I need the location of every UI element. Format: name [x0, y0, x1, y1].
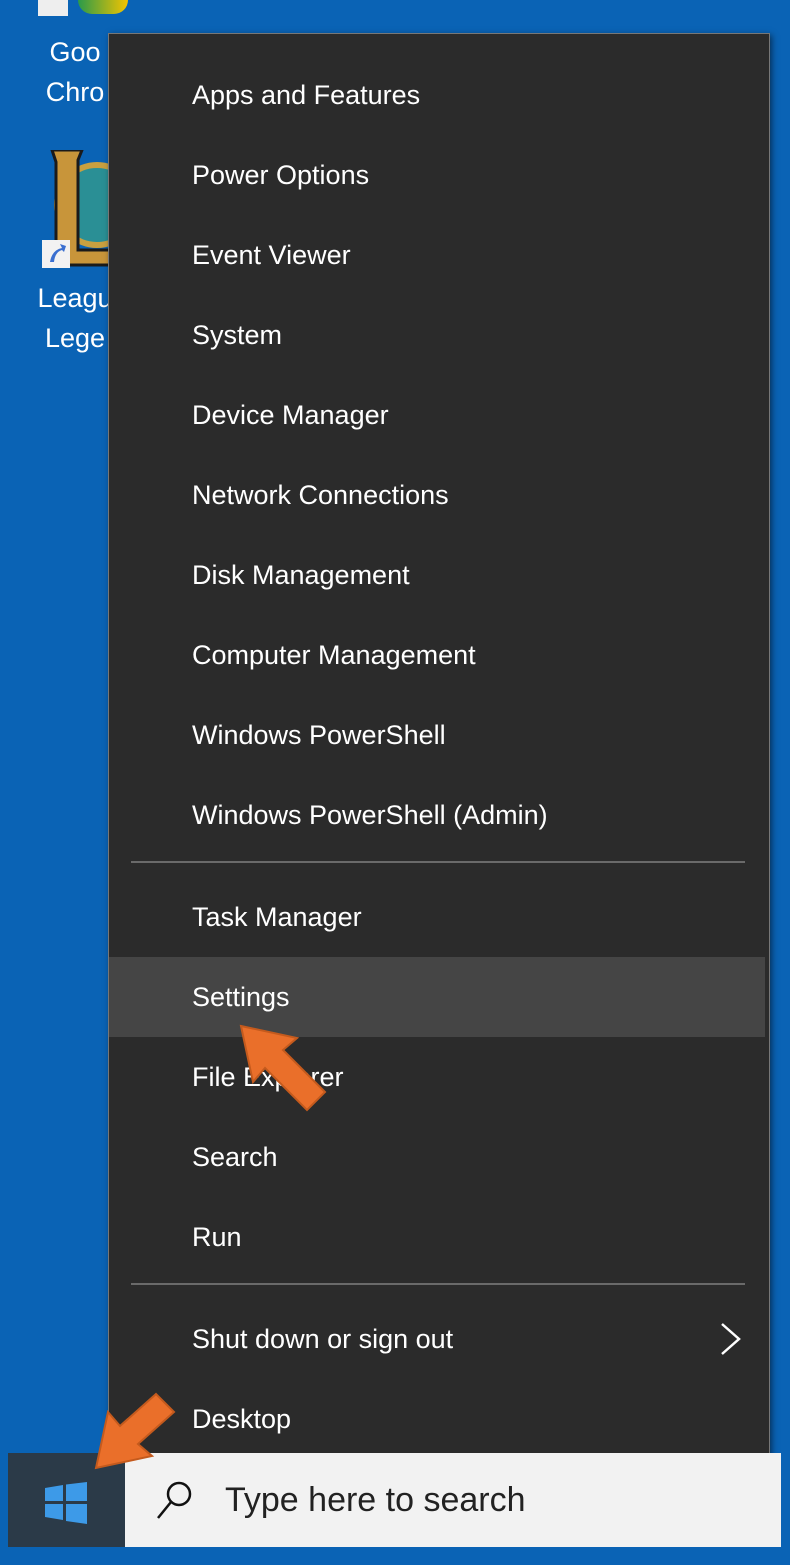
menu-item-power-options[interactable]: Power Options	[109, 135, 765, 215]
menu-item-event-viewer[interactable]: Event Viewer	[109, 215, 765, 295]
search-icon	[157, 1481, 192, 1519]
winx-context-menu: Apps and Features Power Options Event Vi…	[108, 33, 770, 1475]
menu-item-label: Run	[192, 1222, 242, 1252]
menu-item-file-explorer[interactable]: File Explorer	[109, 1037, 765, 1117]
menu-item-task-manager[interactable]: Task Manager	[109, 877, 765, 957]
menu-item-label: Device Manager	[192, 400, 389, 430]
menu-item-windows-powershell-admin[interactable]: Windows PowerShell (Admin)	[109, 775, 765, 855]
menu-item-label: Apps and Features	[192, 80, 421, 110]
menu-item-label: Event Viewer	[192, 240, 351, 270]
taskbar-search-box[interactable]: Type here to search	[125, 1453, 781, 1547]
shortcut-overlay-icon	[38, 0, 68, 16]
menu-separator	[131, 861, 745, 863]
menu-item-run[interactable]: Run	[109, 1197, 765, 1277]
menu-item-label: Settings	[192, 982, 290, 1012]
menu-item-device-manager[interactable]: Device Manager	[109, 375, 765, 455]
menu-item-label: Disk Management	[192, 560, 410, 590]
menu-item-system[interactable]: System	[109, 295, 765, 375]
chevron-right-icon	[721, 1323, 741, 1355]
menu-item-network-connections[interactable]: Network Connections	[109, 455, 765, 535]
menu-item-desktop[interactable]: Desktop	[109, 1379, 765, 1459]
menu-item-computer-management[interactable]: Computer Management	[109, 615, 765, 695]
annotation-arrow-icon	[94, 1392, 176, 1470]
menu-item-label: Windows PowerShell (Admin)	[192, 800, 548, 830]
menu-item-label: Shut down or sign out	[192, 1324, 454, 1354]
menu-item-disk-management[interactable]: Disk Management	[109, 535, 765, 615]
search-placeholder: Type here to search	[225, 1481, 526, 1519]
annotation-arrow-icon	[239, 1024, 327, 1112]
menu-item-label: Desktop	[192, 1404, 292, 1434]
menu-item-label: Search	[192, 1142, 278, 1172]
menu-item-settings[interactable]: Settings	[109, 957, 765, 1037]
chrome-logo-icon	[78, 0, 128, 14]
menu-item-label: Windows PowerShell	[192, 720, 446, 750]
menu-item-search[interactable]: Search	[109, 1117, 765, 1197]
menu-item-label: System	[192, 320, 283, 350]
menu-item-label: Computer Management	[192, 640, 476, 670]
menu-item-label: Task Manager	[192, 902, 362, 932]
menu-item-label: Network Connections	[192, 480, 449, 510]
menu-item-windows-powershell[interactable]: Windows PowerShell	[109, 695, 765, 775]
menu-item-label: Power Options	[192, 160, 370, 190]
menu-item-shut-down-or-sign-out[interactable]: Shut down or sign out	[109, 1299, 765, 1379]
chrome-icon[interactable]	[38, 0, 128, 18]
menu-item-apps-and-features[interactable]: Apps and Features	[109, 55, 765, 135]
windows-logo-icon	[45, 1482, 87, 1524]
menu-separator	[131, 1283, 745, 1285]
